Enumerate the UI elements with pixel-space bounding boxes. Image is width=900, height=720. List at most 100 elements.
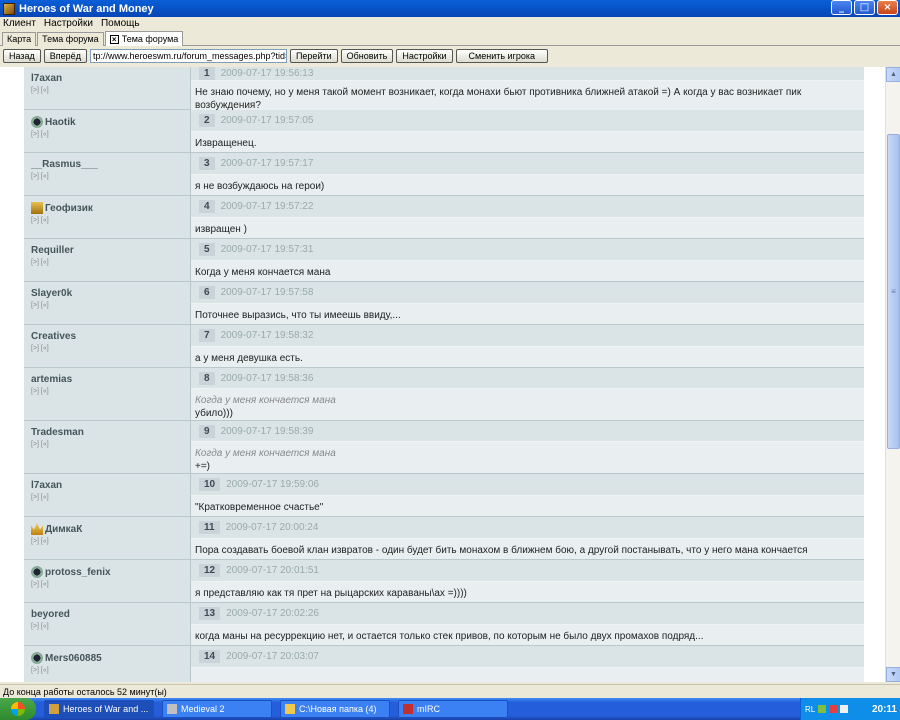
post-author-cell: Mers060885 [>] [«]	[24, 646, 191, 682]
forward-button[interactable]: Вперёд	[43, 49, 87, 63]
taskbar-folder[interactable]: C:\Новая папка (4)	[280, 700, 390, 718]
tab-forum-1[interactable]: Тема форума	[37, 32, 104, 46]
taskbar-mirc[interactable]: mIRC	[398, 700, 508, 718]
refresh-button[interactable]: Обновить	[340, 49, 394, 63]
tray-volume-icon[interactable]	[840, 705, 849, 713]
forum-view: l7axan [>] [«] 1 2009-07-17 19:56:13 Не …	[0, 67, 885, 682]
author-name[interactable]: protoss_fenix	[45, 567, 111, 578]
author-name[interactable]: artemias	[31, 374, 72, 385]
switch-player-button[interactable]: Сменить игрока	[455, 49, 548, 63]
clan-icon	[31, 116, 43, 128]
post-number[interactable]: 14	[199, 650, 221, 663]
taskbar: Heroes of War and ... Medieval 2 C:\Нова…	[0, 698, 900, 720]
tray-antivirus-icon[interactable]	[829, 705, 838, 713]
post-message: 14 2009-07-17 20:03:07	[191, 646, 864, 682]
tab-bar: Карта Тема форума × Тема форума	[0, 31, 900, 46]
author-links[interactable]: [>] [«]	[31, 217, 190, 224]
author-links[interactable]: [>] [«]	[31, 538, 190, 545]
post-message: 4 2009-07-17 19:57:22 извращен )	[191, 196, 864, 238]
post-number[interactable]: 10	[199, 478, 221, 491]
url-input[interactable]: tp://www.heroeswm.ru/forum_messages.php?…	[89, 49, 287, 63]
post-date: 2009-07-17 20:01:51	[226, 565, 319, 576]
author-links[interactable]: [>] [«]	[31, 131, 190, 138]
post-body: когда маны на ресуррекцию нет, и остаетс…	[191, 625, 864, 645]
author-name[interactable]: __Rasmus___	[31, 159, 98, 170]
maximize-button[interactable]: □	[854, 0, 875, 15]
author-name[interactable]: Creatives	[31, 331, 76, 342]
author-links[interactable]: [>] [«]	[31, 441, 190, 448]
language-indicator[interactable]: RL	[805, 705, 815, 714]
author-links[interactable]: [>] [«]	[31, 581, 190, 588]
post-body: Когда у меня кончается мана +=)	[191, 442, 864, 473]
post-author-cell: Requiller [>] [«]	[24, 239, 191, 281]
author-links[interactable]: [>] [«]	[31, 87, 190, 94]
post-number[interactable]: 12	[199, 564, 221, 577]
author-name[interactable]: l7axan	[31, 480, 62, 491]
windows-logo-icon	[11, 702, 25, 716]
forum-post: __Rasmus___ [>] [«] 3 2009-07-17 19:57:1…	[24, 153, 864, 196]
forum-post: l7axan [>] [«] 10 2009-07-17 19:59:06 "К…	[24, 474, 864, 517]
close-tab-icon[interactable]: ×	[109, 34, 119, 44]
tab-forum-2[interactable]: × Тема форума	[104, 31, 184, 46]
post-date: 2009-07-17 19:57:17	[220, 158, 314, 169]
author-name[interactable]: Requiller	[31, 245, 74, 256]
post-number[interactable]: 2	[199, 114, 215, 127]
author-links[interactable]: [>] [«]	[31, 173, 190, 180]
post-number[interactable]: 6	[199, 286, 215, 299]
author-name[interactable]: l7axan	[31, 73, 62, 84]
post-message: 9 2009-07-17 19:58:39 Когда у меня конча…	[191, 421, 864, 473]
author-name[interactable]: ДимкаК	[45, 524, 82, 535]
author-name[interactable]: Haotik	[45, 117, 76, 128]
close-button[interactable]: ×	[877, 0, 898, 15]
post-header: 14 2009-07-17 20:03:07	[191, 646, 864, 668]
author-name[interactable]: Геофизик	[45, 203, 93, 214]
scroll-down-arrow-icon[interactable]: ▼	[886, 667, 900, 682]
author-links[interactable]: [>] [«]	[31, 388, 190, 395]
author-name[interactable]: Mers060885	[45, 653, 102, 664]
minimize-button[interactable]: _	[831, 0, 852, 15]
folder-icon	[285, 704, 295, 714]
post-number[interactable]: 13	[199, 607, 221, 620]
author-links[interactable]: [>] [«]	[31, 302, 190, 309]
menu-client[interactable]: Клиент	[3, 17, 36, 30]
post-number[interactable]: 4	[199, 200, 215, 213]
author-name[interactable]: Slayer0k	[31, 288, 72, 299]
author-links[interactable]: [>] [«]	[31, 259, 190, 266]
post-author-cell: Haotik [>] [«]	[24, 110, 191, 152]
post-number[interactable]: 8	[199, 371, 215, 385]
post-number[interactable]: 3	[199, 157, 215, 170]
author-links[interactable]: [>] [«]	[31, 494, 190, 501]
tab-map[interactable]: Карта	[2, 32, 37, 46]
post-number[interactable]: 9	[199, 424, 215, 438]
post-number[interactable]: 1	[199, 67, 215, 80]
menu-settings[interactable]: Настройки	[44, 17, 93, 30]
author-name[interactable]: Tradesman	[31, 427, 84, 438]
back-button[interactable]: Назад	[3, 49, 41, 63]
post-number[interactable]: 5	[199, 243, 215, 256]
taskbar-heroes[interactable]: Heroes of War and ...	[44, 700, 154, 718]
crown-icon	[31, 523, 43, 535]
post-author-cell: Геофизик [>] [«]	[24, 196, 191, 238]
post-number[interactable]: 11	[199, 521, 220, 534]
start-button[interactable]	[0, 698, 36, 720]
scroll-thumb[interactable]: ≡	[887, 134, 900, 449]
vertical-scrollbar[interactable]: ▲ ≡ ▼	[885, 67, 900, 682]
go-button[interactable]: Перейти	[289, 49, 338, 63]
post-header: 6 2009-07-17 19:57:58	[191, 282, 864, 304]
menu-help[interactable]: Помощь	[101, 17, 140, 30]
scroll-up-arrow-icon[interactable]: ▲	[886, 67, 900, 82]
settings-button[interactable]: Настройки	[396, 49, 453, 63]
tray-network-icon[interactable]	[818, 705, 827, 713]
author-links[interactable]: [>] [«]	[31, 345, 190, 352]
post-number[interactable]: 7	[199, 329, 215, 342]
post-text: Не знаю почему, но у меня такой момент в…	[195, 87, 802, 111]
forum-post: Геофизик [>] [«] 4 2009-07-17 19:57:22 и…	[24, 196, 864, 239]
author-links[interactable]: [>] [«]	[31, 667, 190, 674]
menu-bar: Клиент Настройки Помощь	[0, 17, 900, 30]
post-date: 2009-07-17 20:02:26	[226, 608, 319, 619]
post-body: "Кратковременное счастье"	[191, 496, 864, 516]
author-links[interactable]: [>] [«]	[31, 623, 190, 630]
author-name[interactable]: beyored	[31, 609, 70, 620]
taskbar-medieval[interactable]: Medieval 2	[162, 700, 272, 718]
post-header: 5 2009-07-17 19:57:31	[191, 239, 864, 261]
